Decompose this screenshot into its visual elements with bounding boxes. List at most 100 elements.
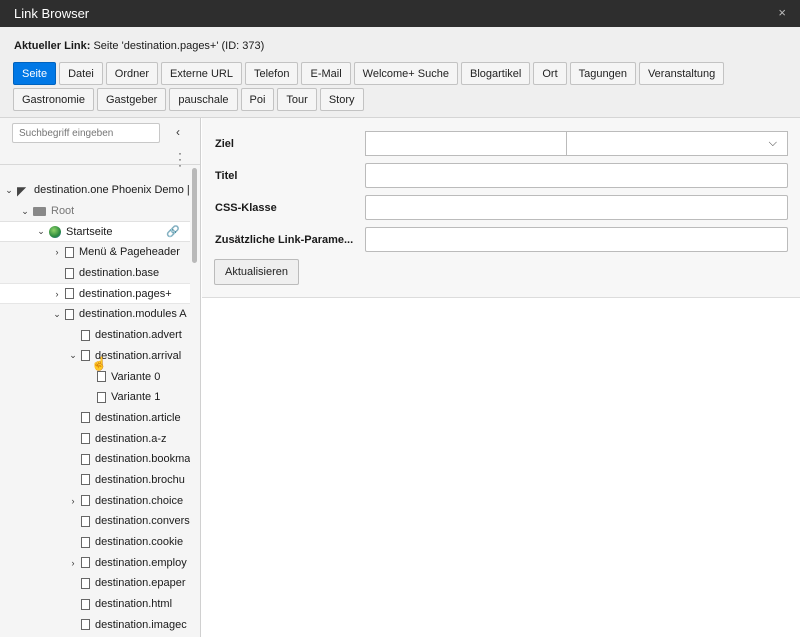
tree-node-label: Startseite [66, 225, 113, 238]
tab-blogartikel[interactable]: Blogartikel [460, 62, 531, 85]
tree-node[interactable]: destination.article [0, 408, 190, 429]
ellipsis-vertical-icon[interactable]: · · · [178, 147, 182, 171]
target-input[interactable] [365, 131, 567, 156]
page-tree: ⌄ ◤ destination.one Phoenix Demo | ⌄ Root ⌄ St… [0, 180, 190, 635]
tree-node-label: destination.a-z [95, 432, 167, 445]
tab-tour[interactable]: Tour [277, 88, 317, 111]
tree-node-label: destination.html [95, 598, 173, 611]
tab-gastronomie[interactable]: Gastronomie [13, 88, 94, 111]
tab-pauschale[interactable]: pauschale [169, 88, 238, 111]
current-link-value: Seite 'destination.pages+' (ID: 373) [93, 40, 265, 52]
tree-node[interactable]: Variante 1 [0, 387, 190, 408]
tree-node-label: destination.base [79, 267, 160, 280]
tab-row-2: Gastronomie Gastgeber pauschale Poi Tour Stor… [13, 88, 793, 111]
page-icon [81, 350, 90, 362]
page-icon [81, 433, 90, 445]
current-link-label: Aktueller Link: [14, 40, 91, 52]
chevron-right-icon[interactable]: › [68, 496, 78, 506]
globe-icon [49, 225, 61, 238]
chevron-down-icon: ⌵ [768, 137, 777, 149]
tree-node-label: destination.imagec [95, 618, 187, 631]
page-icon [97, 391, 106, 403]
tree-node-label: destination.arrival [95, 349, 182, 362]
tree-node-label: destination.brochu [95, 473, 185, 486]
tab-ort[interactable]: Ort [533, 62, 567, 85]
tab-row-1: Seite Datei Ordner Externe URL Telefon E-Mail… [13, 62, 793, 85]
link-params-input[interactable] [365, 227, 788, 252]
tree-node-label: destination.article [95, 411, 181, 424]
tree-node-label: destination.epaper [95, 577, 186, 590]
tree-node-label: destination.modules A [79, 308, 187, 321]
link-icon[interactable]: 🔗 [166, 225, 180, 238]
tree-scrollbar[interactable] [192, 168, 197, 263]
chevron-right-icon[interactable]: › [68, 558, 78, 568]
page-tree-sidebar: ‹ ··· ⌄◤destination.one Phoenix Demo |⌄R… [0, 118, 201, 637]
tree-node[interactable]: destination.html [0, 594, 190, 615]
current-link: Aktueller Link: Seite 'destination.pages… [14, 40, 264, 52]
chevron-down-icon[interactable]: ⌄ [68, 350, 78, 361]
chevron-down-icon[interactable]: ⌄ [20, 206, 30, 217]
tab-datei[interactable]: Datei [59, 62, 103, 85]
page-icon [81, 577, 90, 589]
chevron-right-icon[interactable]: › [52, 247, 62, 257]
link-type-tabs: Seite Datei Ordner Externe URL Telefon E-Mail… [13, 62, 793, 114]
page-icon [81, 329, 90, 341]
tree-node[interactable]: › Menü & Pageheader [0, 242, 190, 263]
tree-node[interactable]: destination.advert [0, 325, 190, 346]
tree-node[interactable]: destination.epaper [0, 573, 190, 594]
search-input[interactable] [12, 123, 160, 143]
tab-externe-url[interactable]: Externe URL [161, 62, 242, 85]
tab-telefon[interactable]: Telefon [245, 62, 299, 85]
chevron-down-icon[interactable]: ⌄ [52, 309, 62, 320]
target-select[interactable]: ⌵ [566, 131, 788, 156]
link-form: Ziel ⌵ Titel CSS-Klasse Zusätzliche Link… [202, 118, 800, 298]
tab-ordner[interactable]: Ordner [105, 62, 159, 85]
tree-node[interactable]: ⌄ destination.modules A [0, 304, 190, 325]
link-header: Aktueller Link: Seite 'destination.pages… [0, 27, 800, 118]
page-icon [65, 267, 74, 279]
page-icon [81, 598, 90, 610]
target-label: Ziel [215, 138, 234, 150]
hand-cursor-icon: ☝ [91, 356, 108, 371]
page-icon [65, 288, 74, 300]
page-icon [97, 371, 106, 383]
tab-seite[interactable]: Seite [13, 62, 57, 85]
chevron-down-icon[interactable]: ⌄ [4, 185, 14, 196]
chevron-left-icon[interactable]: ‹ [176, 125, 180, 139]
tab-e-mail[interactable]: E-Mail [301, 62, 351, 85]
css-class-input[interactable] [365, 195, 788, 220]
tab-gastgeber[interactable]: Gastgeber [96, 88, 167, 111]
chevron-down-icon[interactable]: ⌄ [36, 226, 46, 237]
tree-node[interactable]: › destination.pages+ [0, 283, 190, 305]
tree-node[interactable]: destination.a-z [0, 428, 190, 449]
page-icon [81, 453, 90, 465]
css-class-label: CSS-Klasse [215, 202, 277, 214]
page-icon [81, 515, 90, 527]
tree-node[interactable]: destination.brochu [0, 470, 190, 491]
tree-node[interactable]: › destination.choice [0, 490, 190, 511]
close-icon[interactable]: × [778, 5, 786, 20]
tab-story[interactable]: Story [319, 88, 364, 111]
window-title: Link Browser [14, 6, 90, 21]
tab-veranstaltung[interactable]: Veranstaltung [638, 62, 725, 85]
title-input[interactable] [365, 163, 788, 188]
tree-node[interactable]: destination.base [0, 263, 190, 284]
tree-node[interactable]: ⌄ Root [0, 201, 190, 222]
tree-node[interactable]: destination.bookma [0, 449, 190, 470]
title-label: Titel [215, 170, 238, 182]
tree-node-label: destination.employ [95, 556, 187, 569]
tree-node-label: destination.one Phoenix Demo | [34, 184, 190, 197]
tree-node[interactable]: › destination.employ [0, 552, 190, 573]
chevron-right-icon[interactable]: › [52, 289, 62, 299]
tree-node[interactable]: destination.cookie [0, 532, 190, 553]
tree-node[interactable]: ⌄ Startseite 🔗 [0, 221, 190, 243]
tree-node[interactable]: destination.convers [0, 511, 190, 532]
tab-poi[interactable]: Poi [240, 88, 275, 111]
tree-node[interactable]: ⌄ ◤ destination.one Phoenix Demo | [0, 180, 190, 201]
tree-node[interactable]: destination.imagec [0, 614, 190, 635]
page-icon [81, 412, 90, 424]
tab-welcome-suche[interactable]: Welcome+ Suche [353, 62, 458, 85]
divider [0, 164, 200, 165]
tab-tagungen[interactable]: Tagungen [569, 62, 636, 85]
update-button[interactable]: Aktualisieren [214, 259, 299, 285]
